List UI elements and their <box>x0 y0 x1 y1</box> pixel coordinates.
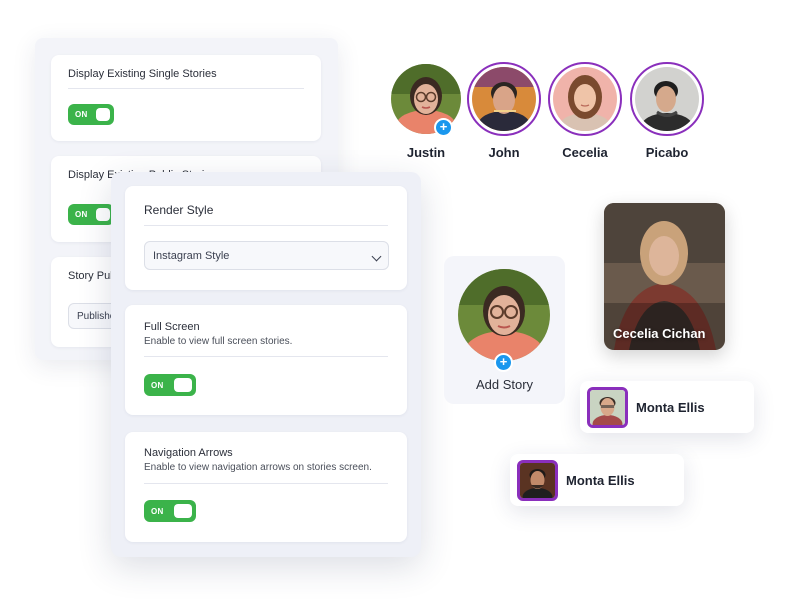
public-stories-toggle[interactable]: ON <box>68 204 114 225</box>
story-name: Cecelia <box>562 145 608 160</box>
full-screen-toggle[interactable]: ON <box>144 374 196 396</box>
chip-name: Monta Ellis <box>636 399 705 415</box>
setting-description: Enable to view full screen stories. <box>144 336 293 347</box>
avatar <box>517 459 558 501</box>
setting-description: Enable to view navigation arrows on stor… <box>144 462 372 473</box>
select-value: Instagram Style <box>153 249 230 262</box>
setting-card-single-stories: Display Existing Single Stories ON <box>51 55 321 141</box>
story-ring <box>548 62 622 136</box>
chip-name: Monta Ellis <box>566 472 635 488</box>
story-john[interactable]: John <box>467 62 541 160</box>
add-story-label: Add Story <box>475 377 534 392</box>
story-ring <box>467 62 541 136</box>
story-ring: + <box>389 62 463 137</box>
setting-title: Navigation Arrows <box>144 447 233 459</box>
story-name: Picabo <box>645 145 689 160</box>
user-chip[interactable]: Monta Ellis <box>580 381 754 433</box>
toggle-knob <box>174 378 192 392</box>
divider <box>144 225 388 226</box>
toggle-label: ON <box>75 110 88 119</box>
avatar <box>458 269 550 361</box>
avatar <box>472 67 536 131</box>
setting-title: Render Style <box>144 203 214 217</box>
toggle-label: ON <box>151 380 164 390</box>
chevron-down-icon <box>371 251 382 262</box>
toggle-label: ON <box>151 506 164 516</box>
setting-card-full-screen: Full Screen Enable to view full screen s… <box>125 305 407 415</box>
navigation-arrows-toggle[interactable]: ON <box>144 500 196 522</box>
story-cecelia[interactable]: Cecelia <box>548 62 622 160</box>
setting-title: Full Screen <box>144 321 200 333</box>
avatar <box>587 386 628 428</box>
divider <box>68 88 304 89</box>
divider <box>144 356 388 357</box>
story-ring <box>630 62 704 136</box>
toggle-label: ON <box>75 210 88 219</box>
user-chip[interactable]: Monta Ellis <box>510 454 684 506</box>
render-style-select[interactable]: Instagram Style <box>144 241 389 270</box>
toggle-knob <box>96 208 110 221</box>
featured-story-name: Cecelia Cichan <box>613 326 706 341</box>
avatar <box>553 67 617 131</box>
front-settings-panel: Render Style Instagram Style Full Screen… <box>111 172 421 557</box>
story-picabo[interactable]: Picabo <box>630 62 704 160</box>
story-justin[interactable]: + Justin <box>389 62 463 160</box>
add-story-badge[interactable]: + <box>494 353 513 372</box>
toggle-knob <box>174 504 192 518</box>
story-name: Justin <box>406 145 446 160</box>
setting-title: Display Existing Single Stories <box>68 68 217 80</box>
divider <box>144 483 388 484</box>
toggle-knob <box>96 108 110 121</box>
avatar <box>635 67 699 131</box>
single-stories-toggle[interactable]: ON <box>68 104 114 125</box>
story-name: John <box>488 145 520 160</box>
featured-story-card[interactable]: Cecelia Cichan <box>604 203 725 350</box>
setting-card-render-style: Render Style Instagram Style <box>125 186 407 290</box>
add-story-card[interactable]: + Add Story <box>444 256 565 404</box>
setting-card-navigation-arrows: Navigation Arrows Enable to view navigat… <box>125 432 407 542</box>
add-story-badge[interactable]: + <box>434 118 453 137</box>
